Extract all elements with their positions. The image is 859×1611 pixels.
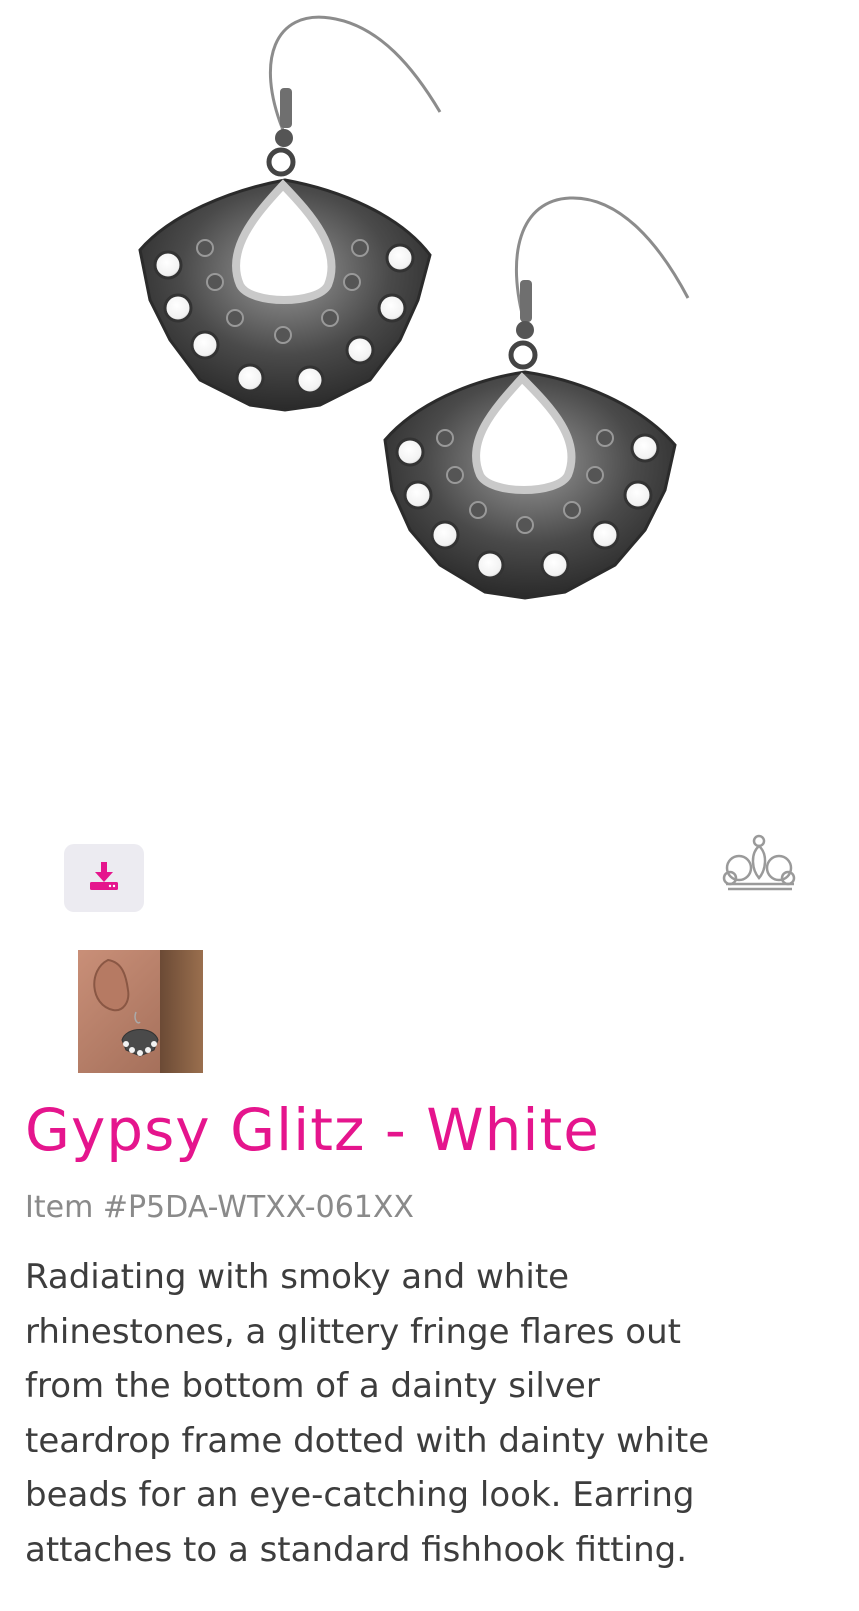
description-line: Radiating with smoky and white [25,1257,570,1297]
description-line: from the bottom of a dainty silver [25,1366,600,1406]
item-number: Item #P5DA-WTXX-061XX [25,1190,414,1225]
download-button[interactable] [64,844,144,912]
download-icon [88,860,120,896]
description-line: rhinestones, a glittery fringe flares ou… [25,1311,681,1352]
description-line: teardrop frame dotted with dainty white [25,1420,710,1461]
left-earring [138,15,442,412]
thumbnail-image[interactable] [78,950,203,1073]
product-description: Radiating with smoky and white rhineston… [25,1250,855,1577]
crown-logo-icon [722,834,798,894]
description-line: beads for an eye-catching look. Earring [25,1475,695,1515]
product-image[interactable] [0,0,859,820]
description-line: attaches to a standard fishhook fitting. [25,1529,688,1570]
product-title: Gypsy Glitz - White [25,1096,600,1164]
